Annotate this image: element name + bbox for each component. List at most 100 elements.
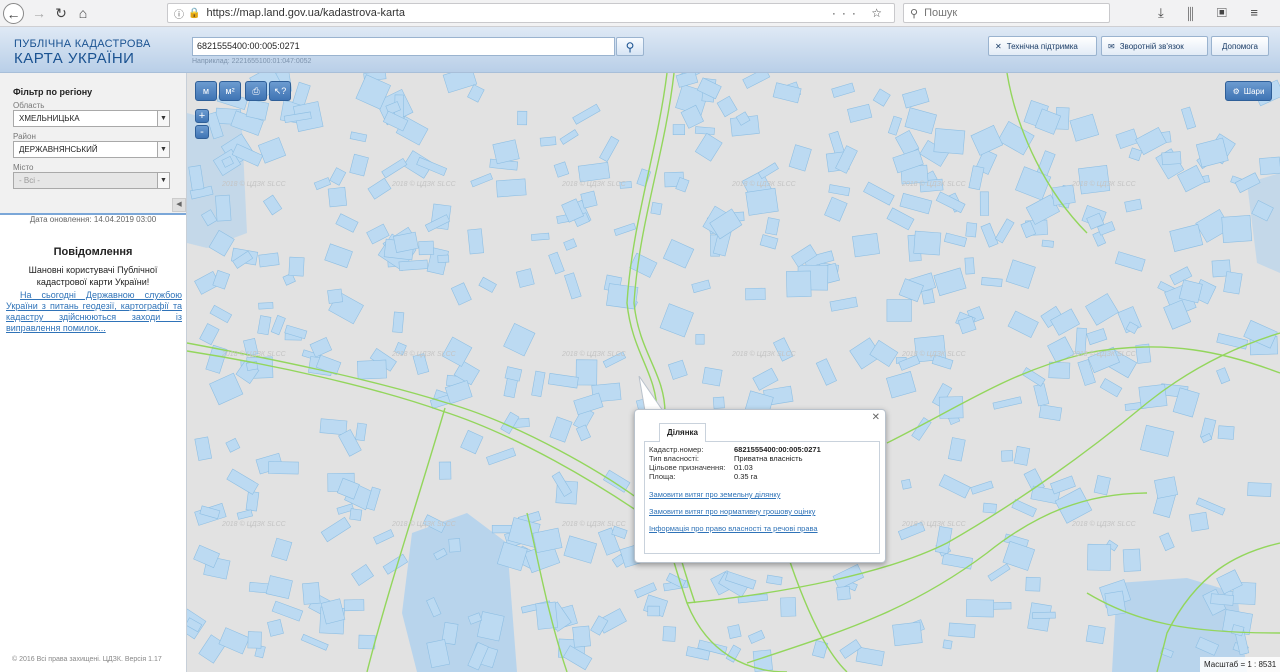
browser-search-input[interactable]: ⚲ Пошук <box>903 3 1110 23</box>
land-parcel[interactable] <box>531 232 550 241</box>
cadastral-search-input[interactable]: 6821555400:00:005:0271 <box>192 37 615 56</box>
land-parcel[interactable] <box>1247 482 1272 497</box>
land-parcel[interactable] <box>327 288 344 304</box>
land-parcel[interactable] <box>438 461 452 480</box>
land-parcel[interactable] <box>553 161 570 178</box>
land-parcel[interactable] <box>577 161 611 183</box>
land-parcel[interactable] <box>1122 548 1141 572</box>
land-parcel[interactable] <box>1195 137 1229 168</box>
land-parcel[interactable] <box>992 396 1023 410</box>
browser-tools-icons[interactable]: ⤓ ⫼ ▣ ≡ <box>1158 5 1268 21</box>
land-parcel[interactable] <box>1000 449 1014 462</box>
land-parcel[interactable] <box>824 196 848 222</box>
region-select[interactable]: ХМЕЛЬНИЦЬКА ▼ <box>13 110 170 127</box>
land-parcel[interactable] <box>716 95 738 118</box>
land-parcel[interactable] <box>759 234 779 250</box>
land-parcel[interactable] <box>943 232 968 247</box>
order-valuation-link[interactable]: Замовити витяг про нормативну грошову оц… <box>649 507 815 516</box>
land-parcel[interactable] <box>886 299 912 322</box>
land-parcel[interactable] <box>964 257 975 275</box>
land-parcel[interactable] <box>495 178 527 198</box>
land-parcel[interactable] <box>901 478 912 490</box>
land-parcel[interactable] <box>606 283 639 310</box>
land-parcel[interactable] <box>863 181 895 206</box>
print-button[interactable]: ⎙ <box>245 81 267 101</box>
land-parcel[interactable] <box>902 87 930 109</box>
land-parcel[interactable] <box>349 153 369 177</box>
land-parcel[interactable] <box>852 232 880 258</box>
land-parcel[interactable] <box>727 624 742 639</box>
land-parcel[interactable] <box>1051 184 1076 206</box>
land-parcel[interactable] <box>349 508 363 521</box>
land-parcel[interactable] <box>965 222 978 238</box>
land-parcel[interactable] <box>766 574 783 586</box>
land-parcel[interactable] <box>725 644 742 663</box>
land-parcel[interactable] <box>887 115 902 136</box>
land-parcel[interactable] <box>1048 361 1071 379</box>
land-parcel[interactable] <box>650 201 663 216</box>
land-parcel[interactable] <box>1069 113 1100 142</box>
layers-button[interactable]: ⚙ Шари <box>1225 81 1272 101</box>
land-parcel[interactable] <box>1005 259 1036 289</box>
land-parcel[interactable] <box>757 162 779 180</box>
land-parcel[interactable] <box>350 563 375 587</box>
land-parcel[interactable] <box>970 480 994 495</box>
land-parcel[interactable] <box>478 276 497 293</box>
land-parcel[interactable] <box>1025 576 1041 592</box>
land-parcel[interactable] <box>559 129 579 145</box>
help-button[interactable]: Допомога <box>1211 36 1269 56</box>
land-parcel[interactable] <box>539 136 557 147</box>
land-parcel[interactable] <box>1181 106 1197 130</box>
land-parcel[interactable] <box>270 314 286 336</box>
land-parcel[interactable] <box>1188 511 1209 532</box>
land-parcel[interactable] <box>1036 150 1056 177</box>
land-parcel[interactable] <box>599 135 620 163</box>
land-parcel[interactable] <box>872 88 891 107</box>
land-parcel[interactable] <box>947 437 966 462</box>
land-parcel[interactable] <box>829 296 858 312</box>
identify-button[interactable]: ↖? <box>269 81 291 101</box>
land-parcel[interactable] <box>572 625 591 648</box>
land-parcel[interactable] <box>225 437 241 453</box>
land-parcel[interactable] <box>418 240 435 256</box>
land-parcel[interactable] <box>258 302 274 310</box>
land-parcel[interactable] <box>675 73 699 88</box>
land-parcel[interactable] <box>563 238 577 251</box>
land-parcel[interactable] <box>258 252 280 268</box>
land-parcel[interactable] <box>236 509 253 520</box>
land-parcel[interactable] <box>257 137 287 164</box>
land-parcel[interactable] <box>267 619 284 637</box>
land-parcel[interactable] <box>913 230 942 256</box>
land-parcel[interactable] <box>215 194 232 222</box>
land-parcel[interactable] <box>271 537 293 561</box>
land-parcel[interactable] <box>1075 327 1088 355</box>
land-parcel[interactable] <box>517 110 528 126</box>
land-parcel[interactable] <box>672 124 686 136</box>
land-parcel[interactable] <box>467 228 485 255</box>
land-parcel[interactable] <box>199 323 220 346</box>
land-parcel[interactable] <box>1210 593 1235 606</box>
land-parcel[interactable] <box>300 633 329 651</box>
land-parcel[interactable] <box>828 184 851 197</box>
land-parcel[interactable] <box>742 73 771 89</box>
collapse-sidebar-button[interactable]: ◀ <box>172 198 186 212</box>
land-parcel[interactable] <box>982 502 997 514</box>
land-parcel[interactable] <box>218 627 250 655</box>
url-bar[interactable]: ⓘ 🔒 https://map.land.gov.ua/kadastrova-k… <box>167 3 895 23</box>
zoom-out-button[interactable]: - <box>195 125 209 139</box>
land-parcel[interactable] <box>470 173 493 188</box>
info-icon[interactable]: ⓘ <box>174 6 184 21</box>
land-parcel[interactable] <box>194 436 213 461</box>
land-parcel[interactable] <box>886 371 917 399</box>
land-parcel[interactable] <box>549 416 573 443</box>
land-parcel[interactable] <box>209 304 233 324</box>
land-parcel[interactable] <box>563 535 598 564</box>
land-parcel[interactable] <box>980 222 999 248</box>
district-select[interactable]: ДЕРЖАВНЯНСЬКИЙ ▼ <box>13 141 170 158</box>
land-parcel[interactable] <box>1047 336 1075 364</box>
land-parcel[interactable] <box>938 474 971 499</box>
land-parcel[interactable] <box>1085 624 1106 645</box>
land-parcel[interactable] <box>1159 532 1175 552</box>
land-parcel[interactable] <box>1087 543 1112 571</box>
land-parcel[interactable] <box>886 207 915 231</box>
